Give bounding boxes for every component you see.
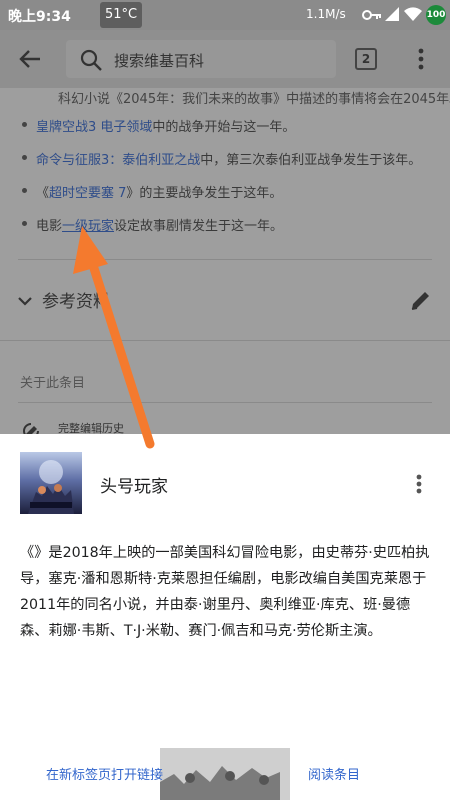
- key-icon: [362, 8, 382, 26]
- status-time: 晚上9:34: [8, 9, 71, 25]
- preview-description: 《》是2018年上映的一部美国科幻冒险电影，由史蒂芬·史匹柏执导，塞克·潘和恩斯…: [20, 545, 430, 639]
- status-bar: 晚上9:34 51°C 1.1M/s 100: [0, 0, 450, 30]
- bottom-image-strip: [160, 748, 290, 800]
- references-title: 参考资料: [42, 292, 110, 312]
- list-item-text: 中，第三次泰伯利亚战争发生于该年。: [200, 153, 422, 168]
- list-item-text: 》的主要战争发生于这年。: [126, 186, 283, 201]
- chevron-down-icon: [18, 291, 32, 310]
- status-temperature: 51°C: [100, 2, 142, 28]
- edit-history-link[interactable]: 完整编辑历史: [58, 420, 124, 434]
- list-item-prefix: 《: [36, 186, 50, 201]
- search-placeholder: 搜索维基百科: [114, 52, 205, 70]
- search-icon: [80, 49, 102, 75]
- kebab-menu-icon[interactable]: [416, 474, 422, 498]
- movie-poster-thumbnail: [20, 452, 82, 514]
- search-input[interactable]: 搜索维基百科: [66, 40, 336, 78]
- history-icon: [22, 422, 42, 434]
- list-item-prefix: 电影: [36, 219, 63, 234]
- list-item: 电影一级玩家设定故事剧情发生于这一年。: [22, 215, 442, 248]
- edit-pencil-icon[interactable]: [410, 289, 432, 315]
- open-in-new-tab-button[interactable]: 在新标签页打开链接: [46, 764, 163, 783]
- list-item-text: 设定故事剧情发生于这一年。: [114, 219, 284, 234]
- article-link[interactable]: 皇牌空战3 电子领域: [36, 120, 152, 135]
- article-bullet-list: 皇牌空战3 电子领域中的战争开始与这一年。 命令与征服3：泰伯利亚之战中，第三次…: [22, 116, 442, 248]
- divider: [18, 402, 432, 403]
- article-background: 搜索维基百科 2 科幻小说《2045年：我们未来的故事》中描述的事情将会在204…: [0, 30, 450, 434]
- signal-icon: [384, 6, 400, 26]
- tabs-icon[interactable]: 2: [355, 48, 377, 70]
- article-partial-line: 科幻小说《2045年：我们未来的故事》中描述的事情将会在2045年。: [58, 92, 450, 107]
- link-preview-sheet: 头号玩家 《》是2018年上映的一部美国科幻冒险电影，由史蒂芬·史匹柏执导，塞克…: [0, 434, 450, 800]
- divider: [0, 340, 450, 341]
- article-link[interactable]: 命令与征服3：泰伯利亚之战: [36, 153, 200, 168]
- app-bar: 搜索维基百科 2: [0, 30, 450, 88]
- status-net-speed: 1.1M/s: [306, 7, 346, 21]
- more-vert-icon[interactable]: [418, 48, 424, 74]
- back-arrow-icon[interactable]: [18, 48, 42, 74]
- list-item: 《超时空要塞 7》的主要战争发生于这年。: [22, 182, 442, 215]
- preview-title: 头号玩家: [100, 477, 168, 497]
- list-item: 皇牌空战3 电子领域中的战争开始与这一年。: [22, 116, 442, 149]
- list-item: 命令与征服3：泰伯利亚之战中，第三次泰伯利亚战争发生于该年。: [22, 149, 442, 182]
- divider: [18, 259, 432, 260]
- references-section-header[interactable]: 参考资料: [18, 285, 432, 315]
- battery-badge: 100: [426, 5, 446, 25]
- wifi-icon: [404, 7, 422, 26]
- about-section-title: 关于此条目: [20, 376, 86, 391]
- article-link-selected[interactable]: 一级玩家: [62, 219, 114, 234]
- list-item-text: 中的战争开始与这一年。: [152, 120, 296, 135]
- article-link[interactable]: 超时空要塞 7: [49, 186, 126, 201]
- read-article-button[interactable]: 阅读条目: [308, 764, 360, 783]
